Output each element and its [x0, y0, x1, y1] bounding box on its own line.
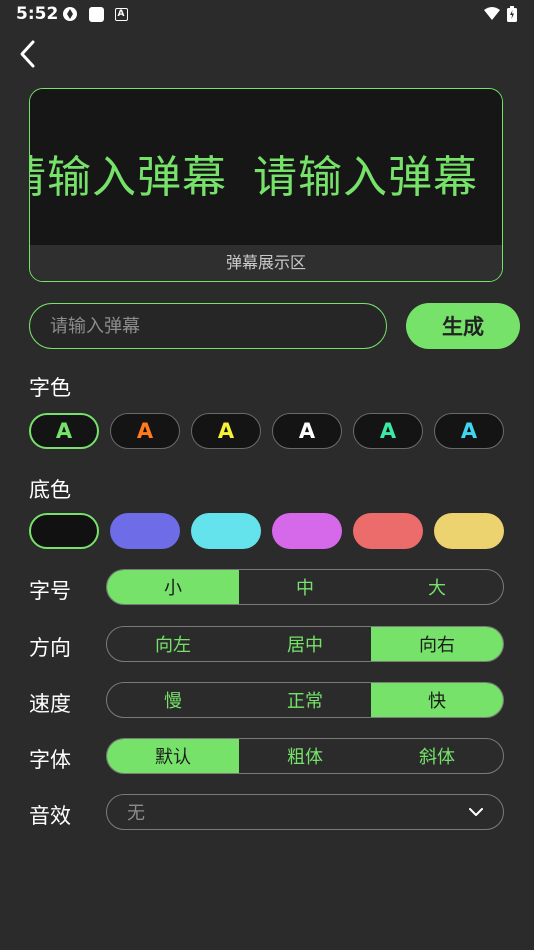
marquee-text-2: 请输入弹幕: [253, 152, 478, 203]
bg-color-option-6[interactable]: [434, 513, 504, 549]
app-square-icon: [88, 6, 104, 22]
text-color-option-6[interactable]: A: [434, 413, 504, 449]
preview-screen: 请输入弹幕请输入弹幕: [30, 89, 502, 245]
speed-option-2[interactable]: 正常: [239, 683, 371, 717]
direction-segmented: 向左 居中 向右: [106, 626, 504, 662]
generate-button[interactable]: 生成: [406, 303, 520, 349]
chevron-left-icon: [20, 40, 35, 68]
font-option-3[interactable]: 斜体: [371, 739, 503, 773]
bg-color-option-5[interactable]: [353, 513, 423, 549]
bg-color-option-4[interactable]: [272, 513, 342, 549]
direction-option-1[interactable]: 向左: [107, 627, 239, 661]
font-label: 字体: [29, 748, 71, 772]
speed-segmented: 慢正常快: [106, 682, 504, 718]
sound-select[interactable]: 无: [106, 794, 504, 830]
back-button[interactable]: [14, 38, 44, 70]
battery-icon: [506, 6, 518, 22]
text-color-label: 字色: [29, 376, 71, 400]
speed-option-1[interactable]: 慢: [107, 683, 239, 717]
danmu-input[interactable]: [29, 303, 387, 349]
direction-label: 方向: [29, 636, 71, 660]
text-color-option-5[interactable]: A: [353, 413, 423, 449]
text-color-option-3[interactable]: A: [191, 413, 261, 449]
bg-color-option-2[interactable]: [110, 513, 180, 549]
bg-color-options: [29, 513, 504, 549]
bg-color-label: 底色: [29, 478, 71, 502]
font-size-option-1[interactable]: 小: [107, 570, 239, 604]
font-option-2[interactable]: 粗体: [239, 739, 371, 773]
sync-icon: [62, 6, 78, 22]
font-size-label: 字号: [29, 579, 71, 603]
text-color-options: AAAAAA: [29, 413, 504, 449]
bg-color-option-3[interactable]: [191, 513, 261, 549]
font-app-icon: A: [113, 6, 129, 22]
chevron-down-icon: [469, 807, 483, 816]
direction-option-2[interactable]: 居中: [239, 627, 371, 661]
marquee-text-1: 请输入弹幕: [30, 152, 227, 203]
direction-option-3[interactable]: 向右: [371, 627, 503, 661]
wifi-icon: [484, 6, 500, 22]
sound-label: 音效: [29, 804, 71, 828]
font-size-option-3[interactable]: 大: [371, 570, 503, 604]
preview-marquee-text: 请输入弹幕请输入弹幕: [30, 141, 502, 205]
text-color-option-2[interactable]: A: [110, 413, 180, 449]
speed-option-3[interactable]: 快: [371, 683, 503, 717]
danmu-preview: 请输入弹幕请输入弹幕 弹幕展示区: [29, 88, 503, 282]
text-color-option-4[interactable]: A: [272, 413, 342, 449]
font-segmented: 默认 粗体 斜体: [106, 738, 504, 774]
font-option-1[interactable]: 默认: [107, 739, 239, 773]
font-size-segmented: 小中大: [106, 569, 504, 605]
status-time: 5:52: [16, 4, 59, 24]
speed-label: 速度: [29, 692, 71, 716]
font-size-option-2[interactable]: 中: [239, 570, 371, 604]
sound-select-value: 无: [127, 803, 145, 824]
text-color-option-1[interactable]: A: [29, 413, 99, 449]
preview-caption: 弹幕展示区: [30, 245, 502, 281]
bg-color-option-1[interactable]: [29, 513, 99, 549]
